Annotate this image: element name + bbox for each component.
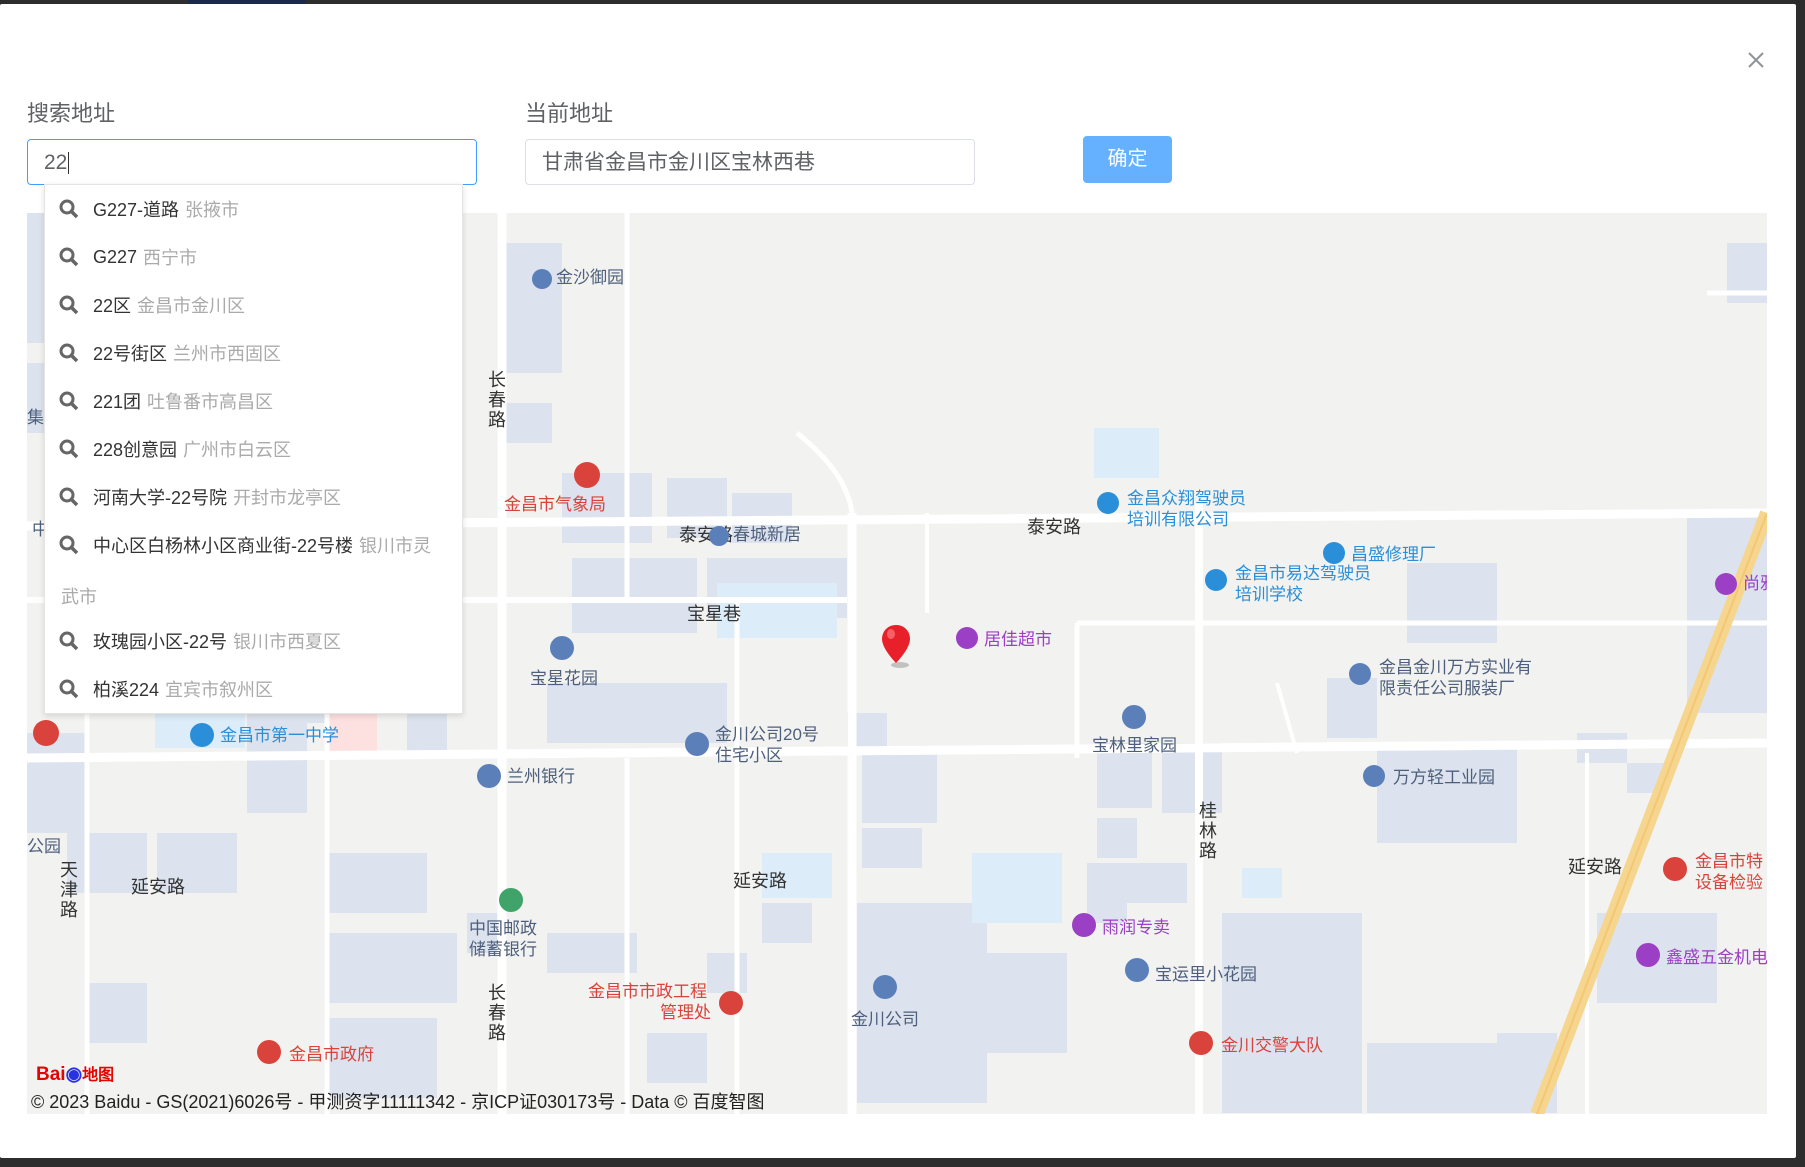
shop-icon bbox=[1072, 913, 1096, 937]
suggestion-item[interactable]: G227-道路 张掖市 bbox=[45, 189, 462, 229]
residence-icon bbox=[1125, 958, 1149, 982]
road-label-taian-east: 泰安路 bbox=[1027, 517, 1081, 537]
government-icon bbox=[719, 991, 743, 1015]
poi-baoyun-garden[interactable]: 宝运里小花园 bbox=[1125, 958, 1257, 985]
road-label-guilin: 桂林路 bbox=[1199, 801, 1217, 861]
poi-postal-bank[interactable]: 中国邮政 储蓄银行 bbox=[469, 888, 537, 960]
current-address-label: 当前地址 bbox=[525, 101, 614, 126]
road-label-tianjin: 天津路 bbox=[60, 860, 78, 920]
road-label-baoxing: 宝星巷 bbox=[687, 604, 741, 624]
search-icon bbox=[59, 391, 85, 411]
confirm-button[interactable]: 确定 bbox=[1083, 136, 1172, 183]
suggestion-item[interactable]: 228创意园 广州市白云区 bbox=[45, 429, 462, 469]
bank-icon bbox=[499, 888, 523, 912]
poi-yida-school[interactable]: 金昌市易达驾驶员 培训学校 bbox=[1205, 563, 1371, 605]
school-icon bbox=[1205, 569, 1227, 591]
shop-icon bbox=[1636, 943, 1660, 967]
close-icon bbox=[1748, 52, 1764, 68]
government-icon bbox=[1663, 857, 1687, 881]
residence-icon bbox=[1122, 705, 1146, 729]
residence-icon bbox=[709, 525, 729, 546]
suggestion-item[interactable]: 柏溪224 宜宾市叙州区 bbox=[45, 669, 462, 709]
poi-special-equipment[interactable]: 金昌市特 设备检验 bbox=[1663, 851, 1763, 893]
poi-yurun[interactable]: 雨润专卖 bbox=[1072, 913, 1170, 938]
poi-jinsha-yuyuan[interactable]: 金沙御园 bbox=[532, 267, 624, 289]
poi-first-middle-school[interactable]: 金昌市第一中学 bbox=[190, 723, 339, 747]
map-copyright: © 2023 Baidu - GS(2021)6026号 - 甲测资字11111… bbox=[31, 1092, 765, 1112]
road-label-yanan-center: 延安路 bbox=[733, 871, 787, 891]
poi-changsheng[interactable]: 昌盛修理厂 bbox=[1323, 542, 1436, 565]
suggestion-item[interactable]: 玫瑰园小区-22号 银川市西夏区 bbox=[45, 621, 462, 661]
search-label: 搜索地址 bbox=[27, 101, 116, 126]
search-icon bbox=[59, 487, 85, 507]
road-label-changchun-south: 长春路 bbox=[488, 983, 506, 1043]
poi-jinchuan-company[interactable]: 金川公司 bbox=[851, 975, 919, 1030]
poi-municipal-engineering[interactable]: 金昌市市政工程 管理处 bbox=[588, 981, 743, 1023]
building-icon bbox=[1363, 765, 1385, 787]
road-label-yanan-east: 延安路 bbox=[1568, 857, 1622, 877]
poi-zhongxiang-school[interactable]: 金昌众翔驾驶员 培训有限公司 bbox=[1097, 488, 1246, 530]
suggestion-region-continued: 武市 bbox=[61, 587, 97, 607]
school-icon bbox=[1097, 492, 1119, 514]
current-address-input[interactable]: 甘肃省金昌市金川区宝林西巷 bbox=[525, 139, 975, 185]
search-icon bbox=[59, 295, 85, 315]
residence-icon bbox=[550, 636, 574, 660]
building-icon bbox=[873, 975, 897, 999]
search-icon bbox=[59, 199, 85, 219]
poi-park-partial: 公园 bbox=[27, 837, 61, 856]
poi-jujia-supermarket[interactable]: 居佳超市 bbox=[956, 627, 1052, 650]
search-icon bbox=[59, 631, 85, 651]
poi-city-government[interactable]: 金昌市政府 bbox=[257, 1040, 374, 1065]
hotel-icon bbox=[1715, 573, 1737, 595]
suggestion-item[interactable]: 河南大学-22号院 开封市龙亭区 bbox=[45, 477, 462, 517]
poi-lanzhou-bank[interactable]: 兰州银行 bbox=[477, 764, 575, 788]
poi-wanfang-factory[interactable]: 金昌金川万方实业有 限责任公司服装厂 bbox=[1349, 657, 1532, 699]
search-suggestions-dropdown: G227-道路 张掖市 G227 西宁市 22区 金昌市金川区 22号街区 兰州市西固区… bbox=[44, 184, 463, 714]
poi-shang[interactable]: 尚雅 bbox=[1715, 573, 1767, 595]
poi-xinsheng-hardware[interactable]: 鑫盛五金机电 bbox=[1636, 943, 1767, 968]
school-icon bbox=[190, 723, 214, 747]
suggestion-item[interactable]: G227 西宁市 bbox=[45, 237, 462, 277]
government-icon bbox=[257, 1040, 281, 1064]
suggestion-item[interactable]: 22区 金昌市金川区 bbox=[45, 285, 462, 325]
suggestion-item[interactable]: 中心区白杨林小区商业街-22号楼 银川市灵 bbox=[45, 525, 462, 565]
poi-qixiangju[interactable]: 金昌市气象局 bbox=[504, 462, 606, 515]
search-icon bbox=[59, 439, 85, 459]
poi-partial-ji: 集 bbox=[27, 408, 44, 427]
government-icon bbox=[1189, 1031, 1213, 1055]
poi-wanfang-industrial[interactable]: 万方轻工业园 bbox=[1363, 765, 1495, 788]
suggestion-item[interactable]: 221团 吐鲁番市高昌区 bbox=[45, 381, 462, 421]
bank-icon bbox=[477, 764, 501, 788]
poi-traffic-police[interactable]: 金川交警大队 bbox=[1189, 1031, 1323, 1056]
search-input[interactable]: 22 bbox=[27, 139, 477, 185]
baidu-map-logo: Bai◉地图 bbox=[36, 1064, 115, 1085]
text-caret bbox=[68, 152, 70, 175]
suggestion-item[interactable]: 22号街区 兰州市西固区 bbox=[45, 333, 462, 373]
search-input-value: 22 bbox=[44, 151, 68, 174]
government-icon bbox=[574, 462, 600, 488]
location-marker-icon[interactable] bbox=[880, 623, 914, 671]
search-icon bbox=[59, 247, 85, 267]
residence-icon bbox=[685, 732, 709, 756]
search-icon bbox=[59, 535, 85, 555]
poi-baolin-jiayuan[interactable]: 宝林里家园 bbox=[1092, 705, 1177, 756]
hospital-icon bbox=[33, 720, 59, 746]
search-icon bbox=[59, 343, 85, 363]
poi-chuncheng[interactable]: 春城新居 bbox=[709, 524, 801, 546]
repair-icon bbox=[1323, 542, 1345, 564]
poi-jinchuan-20[interactable]: 金川公司20号 住宅小区 bbox=[685, 724, 819, 766]
close-button[interactable] bbox=[1736, 40, 1776, 80]
poi-baoxing-garden[interactable]: 宝星花园 bbox=[530, 636, 598, 689]
shop-icon bbox=[956, 627, 978, 649]
road-label-changchun-north: 长春路 bbox=[488, 370, 506, 430]
building-icon bbox=[1349, 663, 1371, 685]
current-address-value: 甘肃省金昌市金川区宝林西巷 bbox=[542, 151, 815, 174]
baidu-paw-icon: ◉ bbox=[65, 1064, 83, 1085]
road-label-yanan-west: 延安路 bbox=[131, 877, 185, 897]
search-icon bbox=[59, 679, 85, 699]
building-icon bbox=[532, 268, 552, 289]
